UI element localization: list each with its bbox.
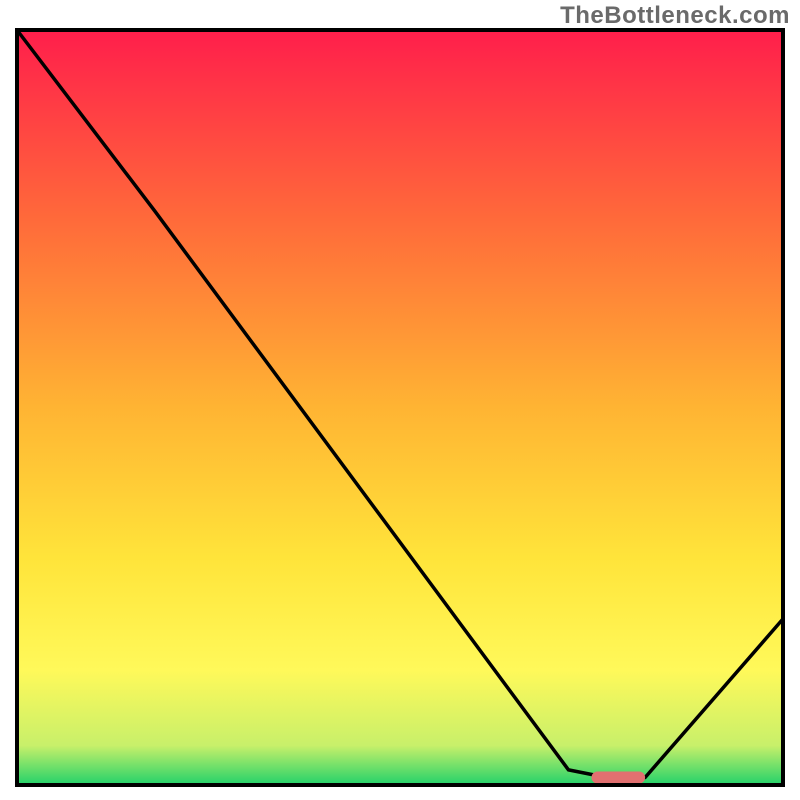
chart-container: TheBottleneck.com: [0, 0, 800, 800]
chart-background: [19, 32, 781, 783]
highlight-marker: [592, 772, 646, 784]
watermark-text: TheBottleneck.com: [560, 2, 790, 30]
bottleneck-chart: [0, 0, 800, 800]
